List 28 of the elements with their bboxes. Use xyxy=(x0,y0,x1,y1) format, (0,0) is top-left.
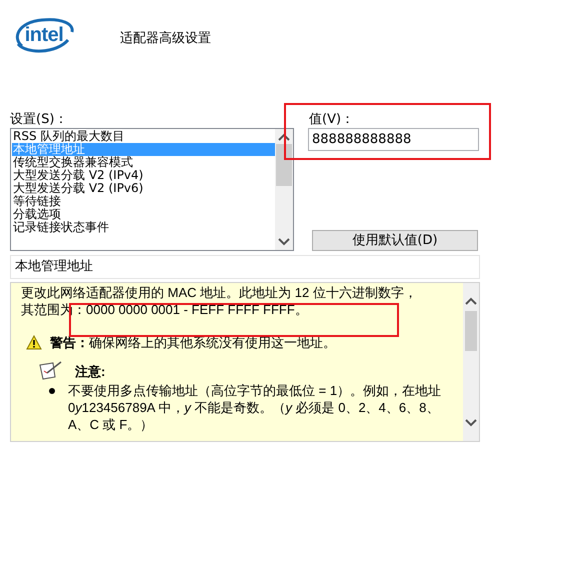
logo: intel xyxy=(12,16,76,54)
settings-item[interactable]: RSS 队列的最大数目 xyxy=(12,130,275,143)
scrollbar[interactable] xyxy=(275,129,293,250)
scrollbar[interactable] xyxy=(463,283,479,441)
note-icon xyxy=(39,361,63,381)
settings-label: 设置(S)： xyxy=(10,113,68,127)
window-title: 适配器高级设置 xyxy=(120,30,211,48)
settings-item[interactable]: 分载选项 xyxy=(12,208,275,221)
scroll-thumb[interactable] xyxy=(465,311,477,351)
note-title: 注意: xyxy=(75,362,106,380)
value-label: 值(V)： xyxy=(309,113,356,127)
settings-item[interactable]: 大型发送分载 V2 (IPv4) xyxy=(12,169,275,182)
settings-item[interactable]: 等待链接 xyxy=(12,195,275,208)
description-field: 本地管理地址 xyxy=(10,255,480,279)
default-button[interactable]: 使用默认值(D) xyxy=(312,230,478,251)
note-bullet: 不要使用多点传输地址（高位字节的最低位 = 1）。例如，在地址 0y123456789A 中，y 不能是奇数。（y 必须是 0、2、4、6、8、A、C 或 F。） xyxy=(68,382,442,433)
scroll-thumb[interactable] xyxy=(276,144,292,186)
value-field[interactable]: 888888888888 xyxy=(308,128,479,151)
settings-item[interactable]: 大型发送分载 V2 (IPv6) xyxy=(12,182,275,195)
bullet-icon xyxy=(49,388,55,394)
scroll-down-icon[interactable] xyxy=(465,419,477,427)
settings-item[interactable]: 传统型交换器兼容模式 xyxy=(12,156,275,169)
scroll-down-icon[interactable] xyxy=(278,238,290,246)
scroll-up-icon[interactable] xyxy=(465,297,477,305)
settings-list[interactable]: RSS 队列的最大数目 本地管理地址 传统型交换器兼容模式 大型发送分载 V2 (IPv4) 大型发送分载 V2 (IPv6) 等待链接 分载选项 记录链接状态事件 xyxy=(10,128,294,251)
settings-item[interactable]: 记录链接状态事件 xyxy=(12,221,275,234)
warning-icon xyxy=(26,335,42,350)
scroll-up-icon[interactable] xyxy=(278,133,290,141)
